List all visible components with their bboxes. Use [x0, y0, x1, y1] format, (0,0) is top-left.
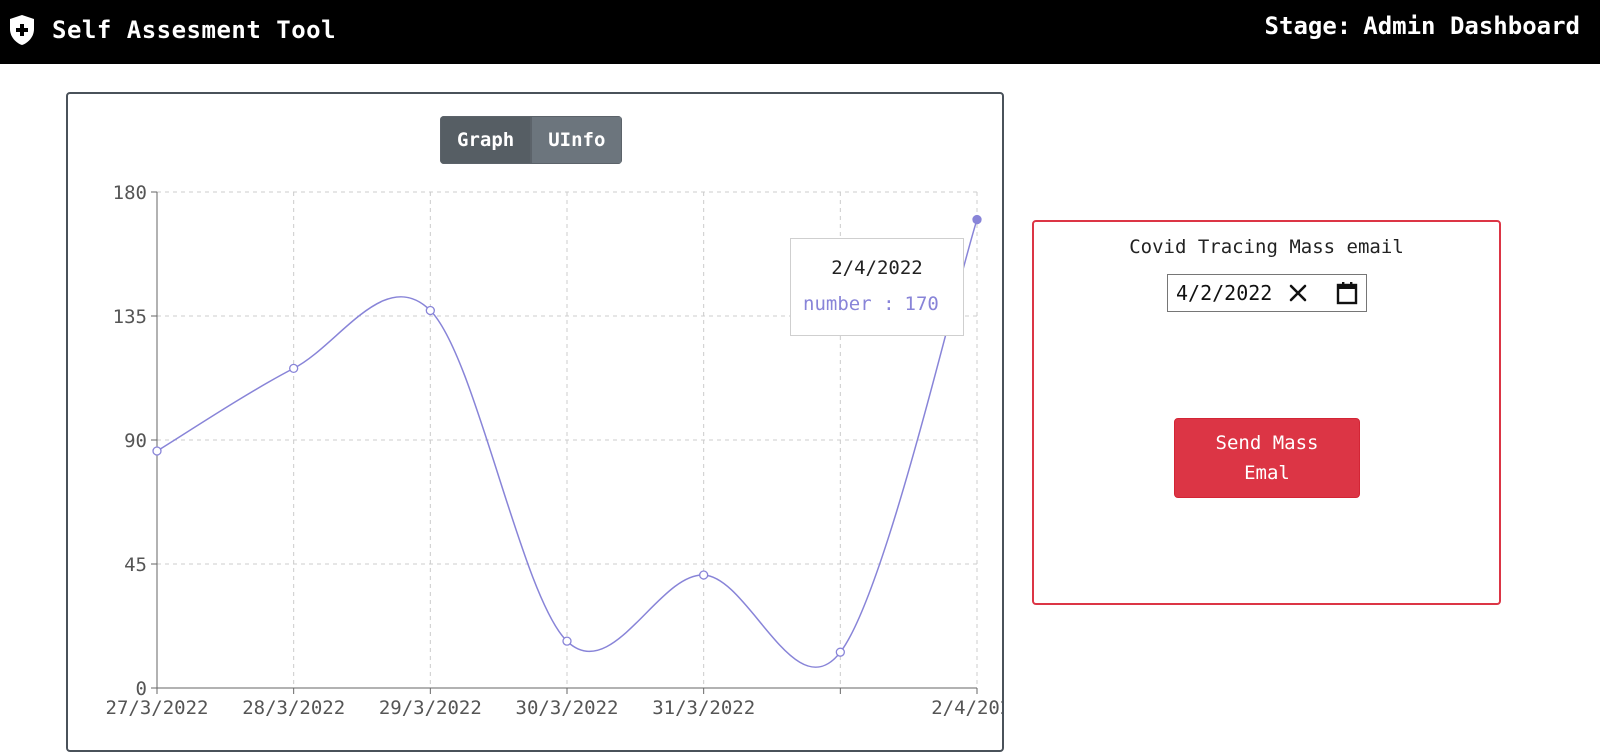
x-tick-label: 29/3/2022	[379, 697, 482, 719]
data-point	[152, 446, 162, 456]
data-point	[835, 647, 845, 657]
x-tick-label: 28/3/2022	[242, 697, 345, 719]
y-tick-label: 45	[124, 554, 147, 576]
app-title: Self Assesment Tool	[52, 16, 337, 44]
line-chart[interactable]: 0459013518027/3/2022 28/3/2022 29/3/2022 30…	[68, 94, 1002, 734]
data-point	[562, 636, 572, 646]
tooltip-series-label: number :	[803, 293, 895, 315]
active-data-point	[972, 214, 982, 225]
calendar-icon[interactable]	[1334, 280, 1360, 306]
x-tick-label: 31/3/2022	[652, 697, 755, 719]
stage-label: Stage:	[1264, 12, 1352, 40]
stage-value: Admin Dashboard	[1363, 12, 1580, 40]
y-tick-label: 90	[124, 430, 147, 452]
close-icon[interactable]	[1286, 281, 1310, 305]
tooltip-value: 170	[904, 293, 939, 315]
stage-indicator: Stage: Admin Dashboard	[1265, 12, 1580, 40]
top-navbar: Self Assesment Tool Stage: Admin Dashboa…	[0, 0, 1600, 64]
y-tick-label: 135	[113, 306, 147, 328]
data-point	[289, 363, 299, 374]
shield-plus-icon	[8, 13, 38, 47]
chart-tooltip: 2/4/2022 number : 170	[790, 238, 964, 336]
x-tick-label: 30/3/2022	[516, 697, 619, 719]
data-point	[699, 570, 709, 580]
y-tick-label: 180	[113, 182, 147, 204]
x-tick-label: 2/4/2022	[931, 697, 1002, 719]
data-point	[425, 305, 435, 316]
date-input-value[interactable]: 4/2/2022	[1168, 281, 1272, 305]
tooltip-value-row: number : 170	[803, 293, 939, 315]
graph-card: Graph UInfo 0 45 90 135 180 27/3/2022 28/3/202…	[66, 92, 1004, 752]
mass-email-title: Covid Tracing Mass email	[1129, 236, 1404, 258]
mass-email-card: Covid Tracing Mass email 4/2/2022 Send M…	[1032, 220, 1501, 605]
send-mass-email-button[interactable]: Send Mass Emal	[1174, 418, 1360, 498]
x-tick-label: 27/3/2022	[106, 697, 209, 719]
tooltip-date: 2/4/2022	[831, 257, 923, 279]
brand[interactable]: Self Assesment Tool	[8, 10, 336, 50]
date-input[interactable]: 4/2/2022	[1167, 274, 1367, 312]
